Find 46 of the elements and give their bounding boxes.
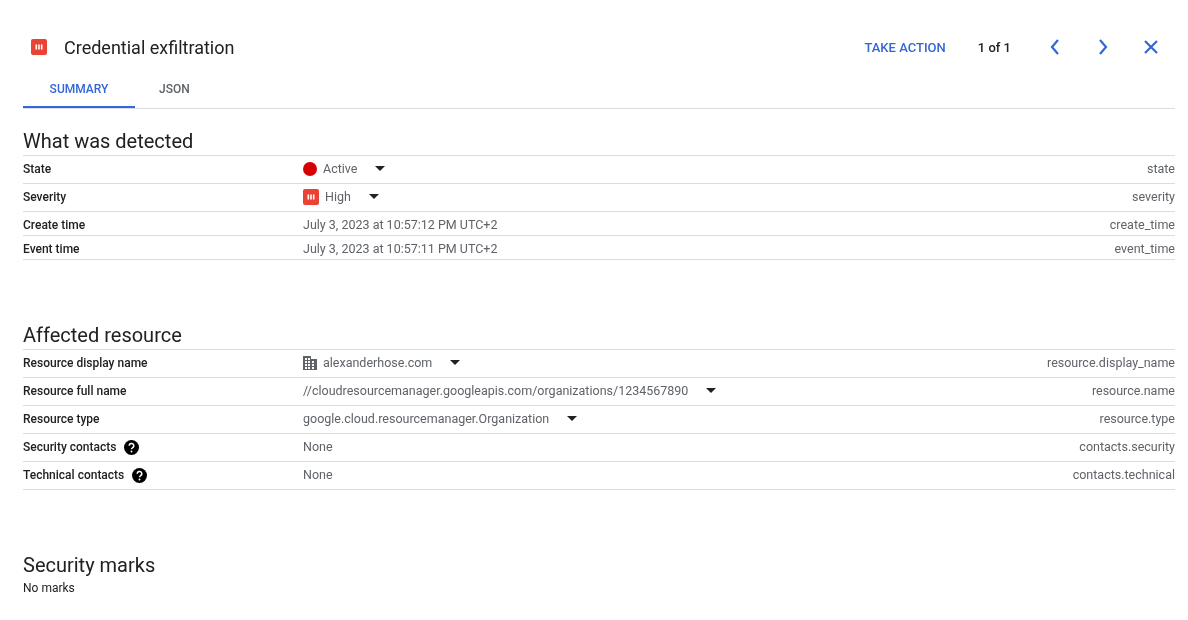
empty-note: No marks [23, 581, 76, 595]
severity-icon [303, 189, 319, 205]
tab[interactable]: JSON [135, 70, 214, 108]
field-label: State [23, 161, 52, 177]
help-icon[interactable] [124, 439, 140, 455]
field-key: severity [1132, 189, 1175, 205]
section-title: Affected resource [23, 322, 183, 349]
help-icon[interactable] [132, 467, 148, 483]
field-label: Severity [23, 189, 67, 205]
section-title: Security marks [23, 552, 157, 579]
dropdown-icon[interactable] [450, 360, 461, 366]
field-label: Create time [23, 217, 86, 233]
field-key: contacts.technical [1072, 467, 1175, 483]
field-value: None [303, 467, 333, 483]
field-label: Resource type [23, 411, 100, 427]
field-value: None [303, 439, 333, 455]
dropdown-icon[interactable] [567, 416, 578, 422]
field-value: //cloudresourcemanager.googleapis.com/organizations/1234567890 [303, 383, 689, 399]
section-title: What was detected [23, 128, 195, 155]
field-key: create_time [1109, 217, 1175, 233]
field-label: Resource full name [23, 383, 127, 399]
take-action-button[interactable]: TAKE ACTION [864, 39, 946, 55]
dropdown-icon[interactable] [706, 388, 717, 394]
field-key: resource.name [1091, 383, 1175, 399]
field-value: Active [323, 161, 358, 177]
dropdown-icon[interactable] [375, 166, 386, 172]
field-key: resource.display_name [1047, 355, 1175, 371]
field-key: resource.type [1099, 411, 1175, 427]
building-icon [303, 356, 317, 370]
field-value: alexanderhose.com [323, 355, 433, 371]
severity-icon [31, 39, 47, 55]
field-key: state [1146, 161, 1175, 177]
field-label: Resource display name [23, 355, 148, 371]
field-key: event_time [1114, 241, 1175, 257]
field-value: High [325, 189, 351, 205]
field-value: google.cloud.resourcemanager.Organization [303, 411, 550, 427]
field-value: July 3, 2023 at 10:57:12 PM UTC+2 [303, 217, 498, 233]
field-key: contacts.security [1079, 439, 1175, 455]
field-label: Event time [23, 241, 80, 257]
field-value: July 3, 2023 at 10:57:11 PM UTC+2 [303, 241, 498, 257]
finding-title: Credential exfiltration [64, 36, 236, 58]
field-label: Technical contacts [23, 467, 125, 483]
dropdown-icon[interactable] [368, 194, 379, 200]
tab[interactable]: SUMMARY [23, 70, 135, 108]
field-label: Security contacts [23, 439, 117, 455]
pager-count: 1 of 1 [977, 39, 1011, 55]
